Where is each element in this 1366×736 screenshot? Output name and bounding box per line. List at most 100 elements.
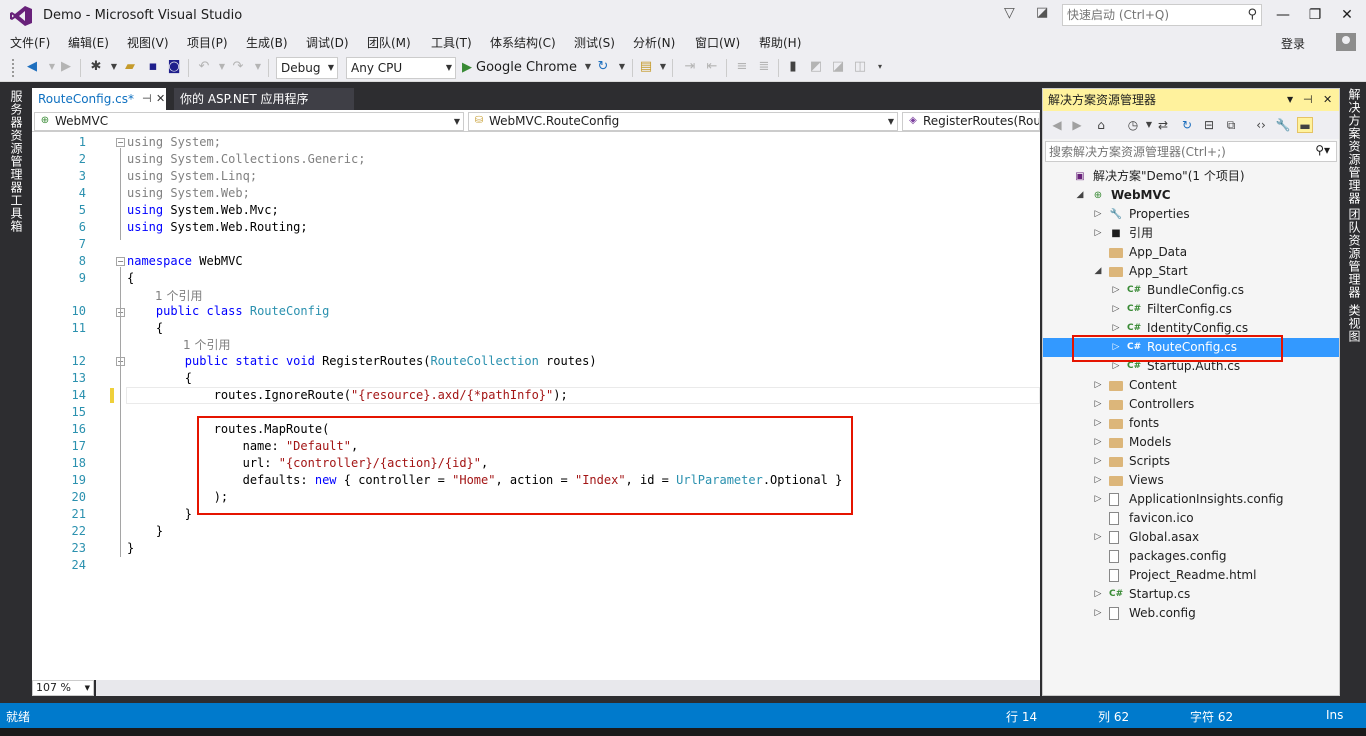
menu-debug[interactable]: 调试(D) [306,34,349,51]
tree-node[interactable]: ▷ Web.config [1043,604,1339,623]
code-line[interactable]: 6 using System.Web.Routing; [32,219,1040,236]
expand-arrow-icon[interactable]: ▷ [1111,300,1121,319]
code-line[interactable]: 7 [32,236,1040,253]
tree-node[interactable]: App_Data [1043,243,1339,262]
uncomment-lines-icon[interactable]: ≣ [756,59,772,75]
tree-node[interactable]: ▷ C# BundleConfig.cs [1043,281,1339,300]
menu-view[interactable]: 视图(V) [127,34,169,51]
codelens-references[interactable]: 1 个引用 [155,287,202,304]
tree-node[interactable]: ◢ ⊕ WebMVC [1043,186,1339,205]
codelens-references[interactable]: 1 个引用 [183,336,230,353]
collapse-all-icon[interactable]: ⊟ [1201,117,1217,133]
menu-team[interactable]: 团队(M) [367,34,411,51]
tab-routeconfig[interactable]: RouteConfig.cs* ⊣ ✕ [32,88,166,110]
tree-node[interactable]: ▷ C# Startup.cs [1043,585,1339,604]
solution-explorer-tab[interactable]: 解决方案资源管理器 [1346,88,1363,205]
menu-window[interactable]: 窗口(W) [695,34,740,51]
previous-bookmark-icon[interactable]: ◩ [808,59,824,75]
clear-bookmarks-icon[interactable]: ◫ [852,59,868,75]
menu-edit[interactable]: 编辑(E) [68,34,109,51]
solution-configuration-select[interactable]: Debug ▼ [276,57,338,79]
navigate-forward-icon[interactable]: ▶ [58,59,74,75]
tree-node[interactable]: ▷ Global.asax [1043,528,1339,547]
minimize-button[interactable]: — [1268,4,1298,26]
sync-with-active-document-icon[interactable]: ⇄ [1155,117,1171,133]
toolbar-grip[interactable] [12,59,15,77]
tree-node[interactable]: ◢ App_Start [1043,262,1339,281]
start-debugging-button[interactable]: ▶ Google Chrome [462,58,577,78]
redo-icon[interactable]: ↷ [230,59,246,75]
browser-link-dropdown-icon[interactable]: ▼ [614,59,630,75]
expand-arrow-icon[interactable]: ▷ [1093,433,1103,452]
tree-node[interactable]: ▷ Content [1043,376,1339,395]
menu-analyze[interactable]: 分析(N) [633,34,675,51]
back-icon[interactable]: ◀ [1049,117,1065,133]
run-target-dropdown-icon[interactable]: ▼ [580,59,596,75]
tree-node[interactable]: ▷ C# FilterConfig.cs [1043,300,1339,319]
new-project-icon[interactable]: ✱ [88,59,104,75]
team-explorer-tab[interactable]: 团队资源管理器 [1346,208,1363,299]
code-line[interactable]: 24 [32,557,1040,574]
expand-arrow-icon[interactable]: ▷ [1093,528,1103,547]
menu-build[interactable]: 生成(B) [246,34,288,51]
member-dropdown[interactable]: ◈ RegisterRoutes(RouteCollection routes) [902,112,1040,131]
type-dropdown[interactable]: ⛁ WebMVC.RouteConfig ▼ [468,112,898,131]
expand-arrow-icon[interactable]: ▷ [1093,395,1103,414]
expand-arrow-icon[interactable]: ▷ [1093,490,1103,509]
refresh-icon[interactable]: ↻ [1179,117,1195,133]
close-tab-icon[interactable]: ✕ [156,88,165,110]
close-panel-icon[interactable]: ✕ [1323,89,1332,111]
menu-file[interactable]: 文件(F) [10,34,50,51]
home-icon[interactable]: ⌂ [1093,117,1109,133]
expand-arrow-icon[interactable]: ▷ [1111,281,1121,300]
pin-icon[interactable]: ⊣ [142,88,152,110]
server-explorer-tab[interactable]: 服务器资源管理器 [8,90,25,194]
tree-node[interactable]: ▷ Views [1043,471,1339,490]
code-line[interactable]: 5 using System.Web.Mvc; [32,202,1040,219]
new-dropdown-icon[interactable]: ▼ [106,59,122,75]
quick-launch-input[interactable] [1063,5,1233,25]
feedback-icon[interactable]: ◪ [1036,5,1054,23]
code-line[interactable]: 1 using System; [32,134,1040,151]
tree-node[interactable]: ▷ ■ 引用 [1043,224,1339,243]
step-into-icon[interactable]: ⇤ [704,59,720,75]
account-icon[interactable] [1336,33,1356,51]
tree-node[interactable]: ▷ Scripts [1043,452,1339,471]
toolbox-tab[interactable]: 工具箱 [8,194,25,233]
code-line[interactable]: 11 { [32,320,1040,337]
expand-arrow-icon[interactable]: ▷ [1093,205,1103,224]
tree-node[interactable]: ▣ 解决方案"Demo"(1 个项目) [1043,167,1339,186]
project-dropdown[interactable]: ⊕ WebMVC ▼ [34,112,464,131]
menu-help[interactable]: 帮助(H) [759,34,801,51]
preview-selected-items-icon[interactable]: ▬ [1297,117,1313,133]
outline-collapse-icon[interactable]: − [116,257,125,266]
undo-dropdown-icon[interactable]: ▼ [214,59,230,75]
tree-node[interactable]: packages.config [1043,547,1339,566]
bookmark-icon[interactable]: ▮ [785,59,801,75]
class-view-tab[interactable]: 类视图 [1346,304,1363,343]
expand-arrow-icon[interactable]: ▷ [1093,585,1103,604]
tree-node[interactable]: ▷ 🔧 Properties [1043,205,1339,224]
save-icon[interactable]: ▪ [145,59,161,75]
solution-platform-select[interactable]: Any CPU ▼ [346,57,456,79]
code-line[interactable]: 4 using System.Web; [32,185,1040,202]
tree-node[interactable]: Project_Readme.html [1043,566,1339,585]
collapse-arrow-icon[interactable]: ◢ [1093,262,1103,281]
find-dropdown-icon[interactable]: ▼ [655,59,671,75]
restore-button[interactable]: ❐ [1300,4,1330,26]
menu-project[interactable]: 项目(P) [187,34,228,51]
code-editor[interactable]: 1 using System; 2 using System.Collections.… [32,132,1040,680]
horizontal-scrollbar[interactable] [96,680,1040,696]
show-all-files-icon[interactable]: ⧉ [1223,117,1239,133]
expand-arrow-icon[interactable]: ▷ [1093,452,1103,471]
open-file-icon[interactable]: ▰ [122,59,138,75]
expand-arrow-icon[interactable]: ▷ [1093,471,1103,490]
auto-hide-pin-icon[interactable]: ⊣ [1303,89,1313,111]
expand-arrow-icon[interactable]: ▷ [1093,414,1103,433]
code-line[interactable]: 2 using System.Collections.Generic; [32,151,1040,168]
close-button[interactable]: ✕ [1332,4,1362,26]
find-in-files-icon[interactable]: ▤ [638,59,654,75]
code-line[interactable]: 3 using System.Linq; [32,168,1040,185]
view-code-icon[interactable]: ‹› [1253,117,1269,133]
zoom-select[interactable]: 107 % ▼ [32,680,94,696]
